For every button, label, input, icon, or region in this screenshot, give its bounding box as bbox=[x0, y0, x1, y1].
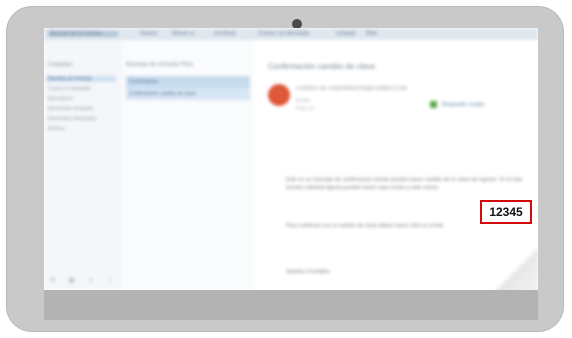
blurred-email-client: Buscar en el correo Nuevo Mover a Archiv… bbox=[44, 28, 538, 302]
sender-avatar bbox=[268, 84, 290, 106]
confirmation-code-box: 12345 bbox=[480, 200, 532, 224]
email-subject: Confirmación cambio de clave bbox=[268, 62, 376, 71]
message-list: Bandeja de entrada Filtro Confirmación C… bbox=[122, 40, 254, 290]
sender-address: CORREO DE CONFIRMACION@CORREO.COM bbox=[296, 86, 407, 92]
folder-item-sent[interactable]: Elementos enviados bbox=[48, 106, 93, 112]
nav-archive[interactable]: Archivar bbox=[214, 30, 236, 38]
message-list-header: Bandeja de entrada Filtro bbox=[126, 62, 194, 68]
nav-clean[interactable]: Limpiar bbox=[336, 30, 356, 38]
email-date: Fecha bbox=[296, 98, 310, 104]
tablet-screen: Buscar en el correo Nuevo Mover a Archiv… bbox=[44, 28, 538, 320]
folder-item-deleted[interactable]: Elementos eliminados bbox=[48, 116, 97, 122]
reply-all-button[interactable]: Responder a todos bbox=[442, 102, 484, 108]
nav-more[interactable]: Más bbox=[366, 30, 377, 38]
reply-icon[interactable] bbox=[430, 101, 437, 108]
folder-item-drafts[interactable]: Borradores bbox=[48, 96, 73, 102]
nav-new[interactable]: Nuevo bbox=[140, 30, 157, 38]
email-recipient: Para: tú bbox=[296, 106, 314, 112]
folder-item-archive[interactable]: Archivo bbox=[48, 126, 65, 132]
email-body-paragraph: Este es un mensaje de confirmación donde… bbox=[286, 177, 523, 191]
nav-move[interactable]: Mover a bbox=[172, 30, 194, 38]
folder-header: Carpetas bbox=[48, 62, 73, 68]
reading-pane: Confirmación cambio de clave CORREO DE C… bbox=[254, 40, 538, 302]
screen-bottom-bar bbox=[44, 290, 538, 320]
list-item[interactable]: Confirmación cambio de clave bbox=[126, 88, 250, 100]
nav-search[interactable]: Buscar en el correo bbox=[50, 30, 102, 38]
nav-spam[interactable]: Correo no deseado bbox=[258, 30, 309, 38]
app-switcher-icons[interactable]: ✉ ▦ ☺ ✓ bbox=[50, 277, 119, 284]
folder-pane: Carpetas Bandeja de entrada Correo no de… bbox=[44, 40, 122, 290]
folder-item-spam[interactable]: Correo no deseado bbox=[48, 86, 91, 92]
folder-item-inbox[interactable]: Bandeja de entrada bbox=[46, 76, 116, 82]
list-item[interactable]: Confirmación bbox=[126, 76, 250, 88]
top-navigation-bar: Buscar en el correo Nuevo Mover a Archiv… bbox=[44, 28, 538, 40]
